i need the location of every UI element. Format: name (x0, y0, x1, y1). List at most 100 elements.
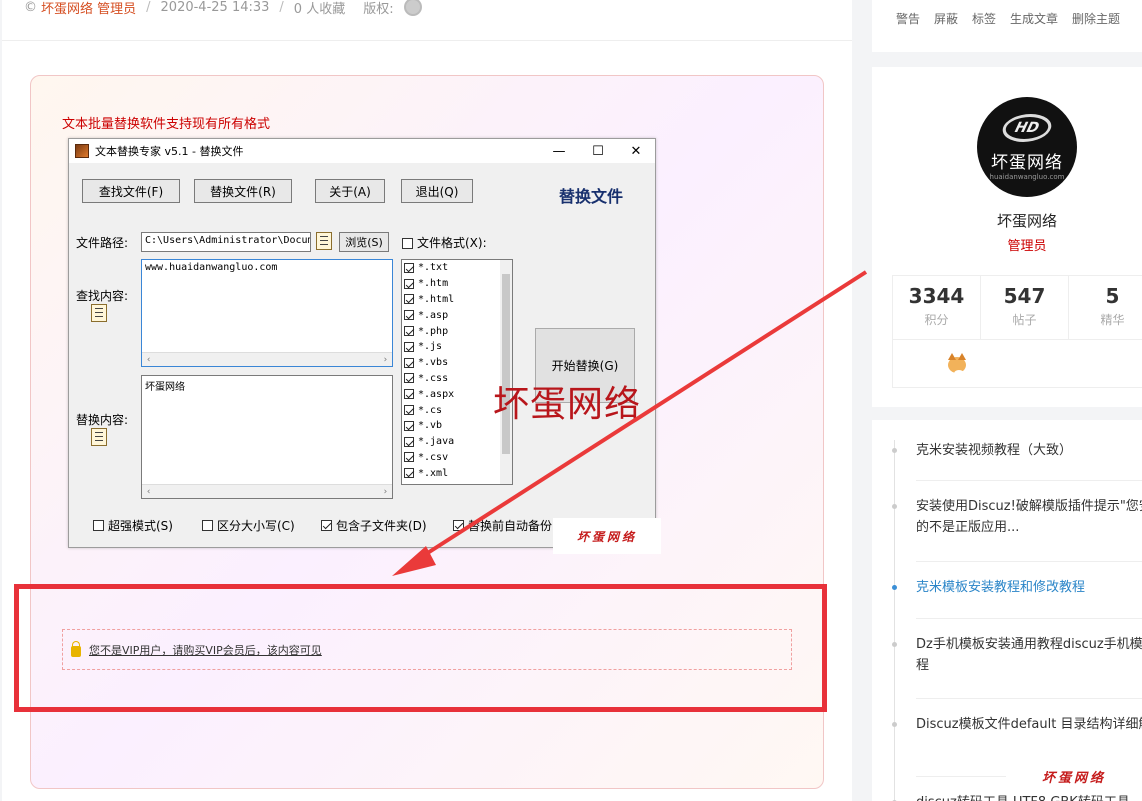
extension-label: *.vbs (418, 357, 449, 369)
minimize-icon[interactable]: — (539, 139, 579, 163)
case-sensitive-checkbox[interactable] (202, 520, 213, 531)
path-picker-icon[interactable] (316, 232, 332, 250)
action-tag[interactable]: 标签 (972, 10, 996, 27)
timeline-dot (892, 585, 897, 590)
extension-checkbox[interactable] (404, 278, 414, 289)
meta-divider (2, 40, 852, 41)
extension-scrollbar[interactable] (500, 260, 512, 484)
maximize-icon[interactable]: ☐ (578, 139, 618, 163)
extension-item[interactable]: *.htm (402, 276, 512, 292)
watermark-small: 坏蛋网络 (553, 518, 661, 554)
medal-shiba-icon[interactable] (946, 352, 968, 377)
author-profile-card: HD 坏蛋网络 huaidanwangluo.com 坏蛋网络 管理员 3344… (872, 67, 1142, 407)
scroll-thumb[interactable] (502, 274, 510, 454)
related-thread-link[interactable]: 克米安装视频教程（大致） (916, 440, 1142, 461)
app-window-screenshot: 文本替换专家 v5.1 - 替换文件 — ☐ ✕ 查找文件(F) 替换文件(R)… (68, 138, 656, 548)
timeline-dot (892, 642, 897, 647)
extension-checkbox[interactable] (404, 373, 414, 384)
path-label: 文件路径: (76, 236, 129, 250)
vip-notice[interactable]: 您不是VIP用户，请购买VIP会员后，该内容可见 (62, 629, 792, 670)
extension-checkbox[interactable] (404, 326, 414, 337)
option-include-subfolders[interactable]: 包含子文件夹(D) (321, 517, 427, 534)
extension-item[interactable]: *.js (402, 339, 512, 355)
extension-item[interactable]: *.vbs (402, 355, 512, 371)
extension-label: *.txt (418, 262, 449, 274)
replace-list-icon[interactable] (91, 428, 107, 446)
about-button[interactable]: 关于(A) (315, 179, 385, 203)
extension-item[interactable]: *.java (402, 434, 512, 450)
find-scrollbar[interactable]: ‹ › (142, 352, 392, 366)
stat-points[interactable]: 3344 积分 (893, 276, 981, 339)
stat-digest[interactable]: 5 精华 (1069, 276, 1142, 339)
extension-label: *.css (418, 372, 449, 384)
action-warn[interactable]: 警告 (896, 10, 920, 27)
action-delete-thread[interactable]: 删除主题 (1072, 10, 1120, 27)
format-checkbox[interactable] (402, 238, 413, 249)
option-super-mode[interactable]: 超强模式(S) (93, 517, 173, 534)
post-heading: 文本批量替换软件支持现有所有格式 (62, 117, 271, 132)
find-label: 查找内容: (76, 289, 129, 303)
meta-separator: / (146, 0, 151, 15)
find-list-icon[interactable] (91, 304, 107, 322)
related-thread-link[interactable]: Discuz模板文件default 目录结构详细解读 (916, 714, 1142, 735)
extension-checkbox[interactable] (404, 436, 414, 447)
toolbar-caption: 替换文件 (559, 187, 624, 206)
extension-item[interactable]: *.xml (402, 465, 512, 481)
extension-item[interactable]: *.csv (402, 450, 512, 466)
extension-checkbox[interactable] (404, 310, 414, 321)
replace-scrollbar[interactable]: ‹ › (142, 484, 392, 498)
stat-posts[interactable]: 547 帖子 (981, 276, 1069, 339)
action-block[interactable]: 屏蔽 (934, 10, 958, 27)
extension-checkbox[interactable] (404, 452, 414, 463)
extension-item[interactable]: *.asp (402, 307, 512, 323)
extension-items: *.txt *.htm *.html *.asp *.php *.js *.vbs *.css… (402, 260, 512, 481)
app-icon (75, 144, 89, 158)
extension-checkbox[interactable] (404, 405, 414, 416)
extension-label: *.vb (418, 420, 443, 432)
meta-separator: / (279, 0, 284, 15)
find-file-button[interactable]: 查找文件(F) (82, 179, 180, 203)
extension-checkbox[interactable] (404, 468, 414, 479)
extension-checkbox[interactable] (404, 341, 414, 352)
timeline-line (894, 440, 895, 801)
related-separator (916, 618, 1142, 619)
browse-button[interactable]: 浏览(S) (339, 232, 389, 252)
option-case-sensitive[interactable]: 区分大小写(C) (202, 517, 295, 534)
extension-checkbox[interactable] (404, 294, 414, 305)
action-generate-article[interactable]: 生成文章 (1010, 10, 1058, 27)
find-textarea[interactable]: www.huaidanwangluo.com ‹ › (141, 259, 393, 367)
option-auto-backup[interactable]: 替换前自动备份 (453, 517, 552, 534)
author-link[interactable]: 坏蛋网络 管理员 (41, 0, 136, 17)
post-date: 2020-4-25 14:33 (160, 0, 270, 15)
avatar[interactable]: HD 坏蛋网络 huaidanwangluo.com (977, 97, 1077, 197)
user-name[interactable]: 坏蛋网络 (872, 210, 1142, 231)
extension-label: *.htm (418, 278, 449, 290)
timeline-dot (892, 448, 897, 453)
replace-file-button[interactable]: 替换文件(R) (194, 179, 292, 203)
extension-checkbox[interactable] (404, 262, 414, 273)
copyright-icon[interactable] (403, 0, 422, 16)
related-thread-link[interactable]: 安装使用Discuz!破解模版插件提示"您安装的不是正版应用... (916, 496, 1142, 538)
related-thread-link[interactable]: Dz手机模板安装通用教程discuz手机模板教程 (916, 634, 1142, 676)
medal-row (892, 340, 1142, 388)
vip-notice-text[interactable]: 您不是VIP用户，请购买VIP会员后，该内容可见 (89, 642, 322, 658)
related-separator (916, 698, 1142, 699)
extension-item[interactable]: *.html (402, 292, 512, 308)
extension-checkbox[interactable] (404, 420, 414, 431)
stat-label: 积分 (924, 313, 949, 327)
copyright-symbol: © (24, 0, 37, 15)
extension-item[interactable]: *.txt (402, 260, 512, 276)
exit-button[interactable]: 退出(Q) (401, 179, 473, 203)
extension-checkbox[interactable] (404, 389, 414, 400)
auto-backup-checkbox[interactable] (453, 520, 464, 531)
related-thread-link[interactable]: 克米模板安装教程和修改教程 (916, 577, 1142, 598)
user-stats: 3344 积分 547 帖子 5 精华 (892, 275, 1142, 340)
subfolders-checkbox[interactable] (321, 520, 332, 531)
extension-item[interactable]: *.php (402, 323, 512, 339)
path-input[interactable]: C:\Users\Administrator\Documents (141, 232, 311, 252)
super-mode-checkbox[interactable] (93, 520, 104, 531)
extension-checkbox[interactable] (404, 357, 414, 368)
close-icon[interactable]: ✕ (616, 139, 656, 163)
replace-textarea[interactable]: 坏蛋网络 ‹ › (141, 375, 393, 499)
stat-label: 帖子 (1012, 313, 1037, 327)
